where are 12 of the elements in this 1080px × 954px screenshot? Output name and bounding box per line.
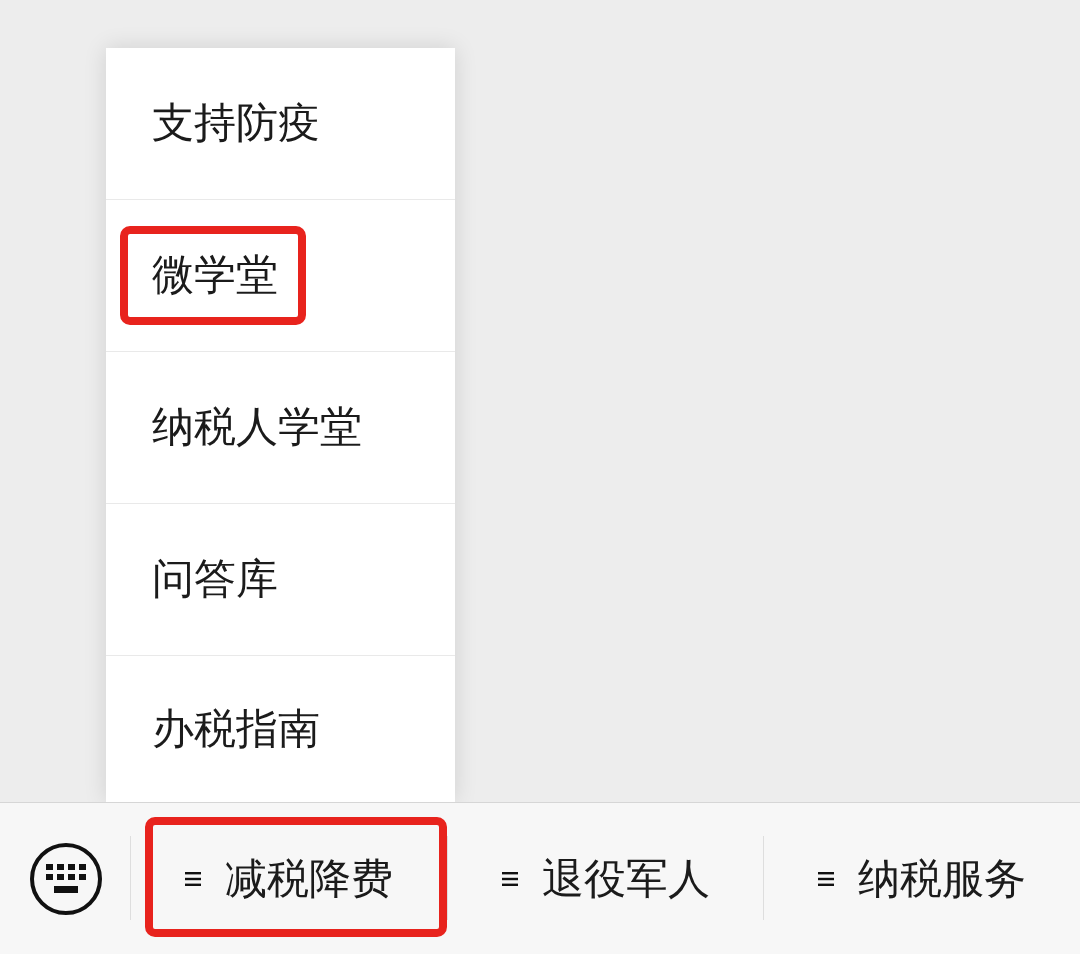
menu-bar-button[interactable]: 退役军人 xyxy=(447,803,764,954)
menu-icon xyxy=(818,870,835,887)
popup-menu-item[interactable]: 微学堂 xyxy=(106,200,455,352)
keyboard-icon[interactable] xyxy=(30,842,102,915)
menu-icon xyxy=(184,870,201,887)
menu-bar-button[interactable]: 纳税服务 xyxy=(764,803,1080,954)
popup-menu-item[interactable]: 办税指南 xyxy=(106,656,455,802)
popup-menu-item[interactable]: 问答库 xyxy=(106,504,455,656)
menu-icon xyxy=(501,870,518,887)
menu-bar-button[interactable]: 减税降费 xyxy=(131,803,447,954)
popup-menu-item[interactable]: 纳税人学堂 xyxy=(106,352,455,504)
popup-menu-item[interactable]: 支持防疫 xyxy=(106,48,455,200)
